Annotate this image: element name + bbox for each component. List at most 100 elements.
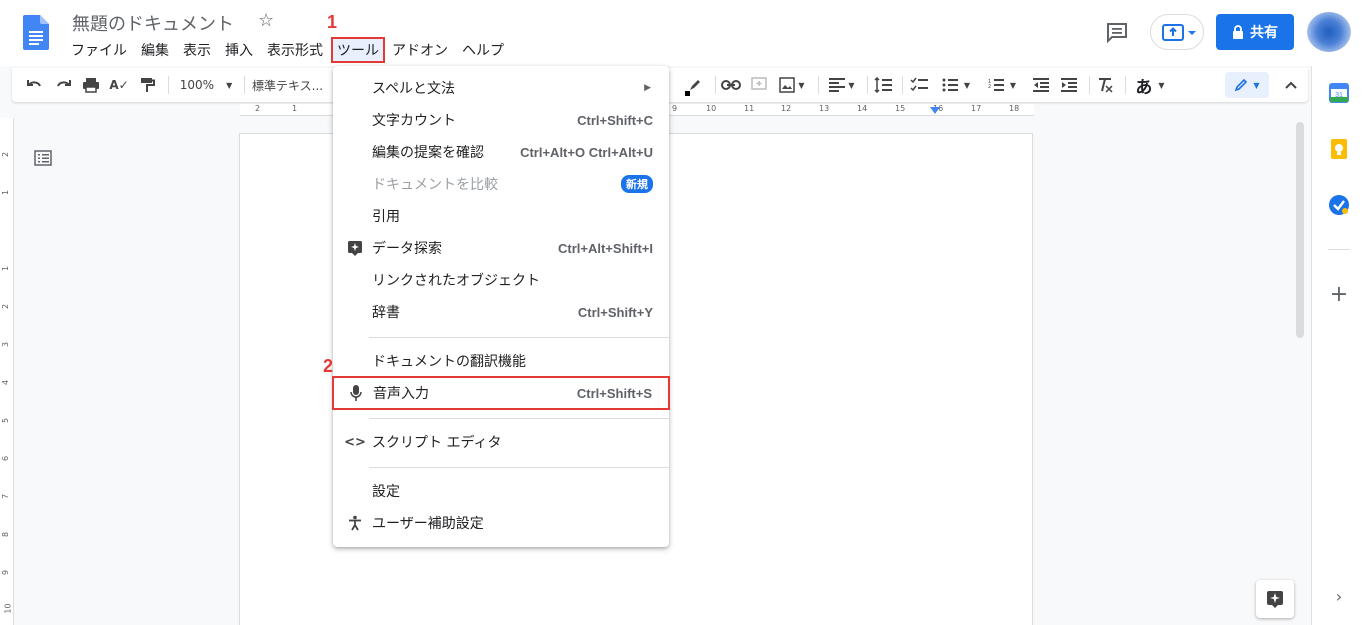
ruler-label: 12 (781, 104, 792, 113)
menu-item-label: データ探索 (372, 241, 442, 257)
clear-formatting-icon[interactable] (1092, 68, 1118, 102)
menu-item-label: リンクされたオブジェクト (372, 273, 540, 289)
menu-addons[interactable]: アドオン (385, 37, 455, 63)
toolbar-separator (818, 76, 819, 94)
menu-item-accessibility[interactable]: ユーザー補助設定 (333, 508, 669, 538)
toolbar-separator (902, 76, 903, 94)
ruler-label: 5 (1, 417, 11, 424)
add-addon-icon[interactable]: + (1328, 284, 1350, 306)
menu-help[interactable]: ヘルプ (455, 37, 511, 63)
style-value: 標準テキス... (252, 78, 324, 93)
comment-history-icon[interactable] (1105, 20, 1129, 44)
vertical-ruler[interactable]: 2 1 1 2 3 4 5 6 7 8 9 10 (0, 118, 14, 625)
ruler-label: 2 (1, 151, 11, 158)
docs-logo-icon[interactable] (23, 15, 49, 50)
ruler-label: 15 (895, 104, 906, 113)
menu-item-shortcut: Ctrl+Shift+S (576, 385, 652, 401)
menu-item-preferences[interactable]: 設定 (333, 476, 669, 506)
present-button[interactable] (1150, 14, 1204, 50)
style-select[interactable]: 標準テキス... (252, 68, 332, 102)
google-docs-app: 無題のドキュメント ☆ ファイル 編集 表示 挿入 表示形式 ツール アドオン … (0, 0, 1366, 625)
explore-icon (1267, 591, 1283, 608)
menu-item-voice-typing[interactable]: 音声入力 Ctrl+Shift+S (332, 376, 670, 410)
checklist-icon[interactable] (906, 68, 932, 102)
toolbar-separator (168, 76, 169, 94)
line-spacing-icon[interactable] (870, 68, 896, 102)
lock-icon (1233, 25, 1243, 39)
menu-item-citations[interactable]: 引用 (333, 201, 669, 231)
chevron-down-icon: ▼ (226, 80, 233, 90)
expand-panel-icon[interactable]: › (1328, 586, 1350, 608)
add-comment-icon[interactable] (746, 68, 772, 102)
keep-icon[interactable] (1328, 138, 1350, 160)
menu-file[interactable]: ファイル (64, 37, 134, 63)
increase-indent-icon[interactable] (1056, 68, 1082, 102)
menu-item-label: 編集の提案を確認 (372, 145, 484, 161)
decrease-indent-icon[interactable] (1028, 68, 1054, 102)
menu-insert[interactable]: 挿入 (218, 37, 260, 63)
menu-item-translate[interactable]: ドキュメントの翻訳機能 (333, 346, 669, 376)
pencil-icon (1235, 78, 1248, 92)
link-icon[interactable] (718, 68, 744, 102)
ruler-label: 14 (857, 104, 868, 113)
input-tools-button[interactable]: あ ▼ (1130, 68, 1170, 102)
menu-item-label: スペルと文法 (372, 81, 456, 97)
menu-item-linked-objects[interactable]: リンクされたオブジェクト (333, 265, 669, 295)
menu-edit[interactable]: 編集 (134, 37, 176, 63)
align-icon[interactable]: ▼ (824, 68, 860, 102)
numbered-list-icon[interactable]: 12 ▼ (982, 68, 1022, 102)
paint-format-icon[interactable] (134, 68, 160, 102)
menu-item-word-count[interactable]: 文字カウント Ctrl+Shift+C (333, 105, 669, 135)
collapse-menus-icon[interactable] (1278, 68, 1304, 102)
bulleted-list-icon[interactable]: ▼ (936, 68, 976, 102)
menu-item-review-suggestions[interactable]: 編集の提案を確認 Ctrl+Alt+O Ctrl+Alt+U (333, 137, 669, 167)
explore-button[interactable] (1256, 580, 1294, 618)
document-outline-icon[interactable] (33, 148, 53, 168)
zoom-select[interactable]: 100% ▼ (176, 68, 236, 102)
toolbar-separator (1125, 76, 1126, 94)
ruler-label: 9 (672, 104, 678, 113)
right-indent-marker-icon[interactable] (930, 107, 940, 115)
menu-tools[interactable]: ツール (331, 37, 385, 63)
menu-item-dictionary[interactable]: 辞書 Ctrl+Shift+Y (333, 297, 669, 327)
new-badge: 新規 (621, 175, 653, 193)
ruler-label: 13 (819, 104, 830, 113)
chevron-down-icon: ▼ (848, 80, 855, 90)
ruler-label: 4 (1, 379, 11, 386)
share-button[interactable]: 共有 (1216, 14, 1294, 50)
menu-item-script-editor[interactable]: <> スクリプト エディタ (333, 427, 669, 457)
insert-image-icon[interactable]: ▼ (774, 68, 810, 102)
ruler-label: 2 (1, 303, 11, 310)
spellcheck-icon[interactable]: A✓ (106, 68, 132, 102)
menu-divider (369, 337, 669, 338)
menu-view[interactable]: 表示 (176, 37, 218, 63)
print-icon[interactable] (78, 68, 104, 102)
calendar-icon[interactable]: 31 (1328, 82, 1350, 104)
step-marker-2: 2 (323, 356, 334, 376)
ruler-label: 8 (1, 531, 11, 538)
avatar[interactable] (1307, 12, 1351, 52)
chevron-down-icon: ▼ (798, 80, 805, 90)
ruler-label: 17 (971, 104, 982, 113)
undo-icon[interactable] (22, 68, 48, 102)
tasks-icon[interactable] (1328, 194, 1350, 216)
toolbar-separator (715, 76, 716, 94)
menu-divider (369, 418, 669, 419)
highlight-icon[interactable] (682, 68, 708, 102)
ruler-label: 11 (744, 104, 755, 113)
menu-item-explore[interactable]: データ探索 Ctrl+Alt+Shift+I (333, 233, 669, 263)
menu-format[interactable]: 表示形式 (260, 37, 330, 63)
star-icon[interactable]: ☆ (258, 10, 274, 31)
editing-mode-button[interactable]: ▼ (1225, 72, 1269, 98)
menu-item-label: 設定 (372, 484, 400, 500)
document-title[interactable]: 無題のドキュメント (72, 10, 234, 36)
menu-item-label: 引用 (372, 209, 400, 225)
toolbar-separator (867, 76, 868, 94)
ruler-label: 1 (292, 104, 298, 113)
redo-icon[interactable] (50, 68, 76, 102)
vertical-scrollbar[interactable] (1296, 122, 1304, 338)
header: 無題のドキュメント ☆ ファイル 編集 表示 挿入 表示形式 ツール アドオン … (0, 0, 1366, 66)
svg-text:2: 2 (988, 84, 991, 90)
menu-item-spelling[interactable]: スペルと文法 ▶ (333, 73, 669, 103)
microphone-icon (347, 384, 365, 402)
